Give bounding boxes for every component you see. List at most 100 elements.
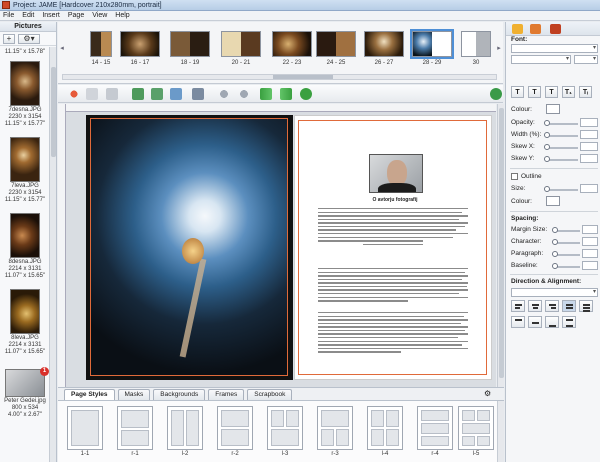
strip-left-arrow[interactable]: ◂	[59, 40, 65, 58]
text-normal-button[interactable]: T	[511, 86, 524, 98]
valign-top-icon[interactable]	[511, 316, 525, 328]
layout-thumb[interactable]	[458, 406, 494, 450]
baseline-knob[interactable]	[552, 263, 558, 269]
text-block-footer[interactable]	[318, 312, 468, 355]
opacity-value[interactable]	[580, 118, 598, 127]
menu-view[interactable]: View	[92, 12, 107, 19]
layout-thumb[interactable]	[267, 406, 303, 450]
list-item[interactable]: 7leva.JPG 2230 x 3154 11.15" x 15.77"	[0, 137, 50, 204]
paragraph-value[interactable]	[582, 249, 598, 258]
width-slider[interactable]	[546, 135, 578, 137]
save-icon[interactable]	[106, 88, 118, 100]
outline-size-value[interactable]	[580, 184, 598, 193]
skew-x-slider[interactable]	[546, 147, 578, 149]
layout-thumb[interactable]	[67, 406, 103, 450]
paragraph-knob[interactable]	[552, 251, 558, 257]
zoom-in-icon[interactable]	[218, 88, 230, 100]
opacity-slider[interactable]	[546, 123, 578, 125]
strip-right-arrow[interactable]: ▸	[496, 40, 502, 58]
delete-icon[interactable]	[68, 88, 80, 100]
align-justify-all-icon[interactable]	[579, 300, 593, 312]
text-tool-icon[interactable]	[530, 24, 541, 34]
add-picture-button[interactable]: +	[3, 33, 15, 44]
text-block-body[interactable]	[318, 268, 468, 304]
author-portrait[interactable]	[369, 154, 423, 193]
color-tool-icon[interactable]	[550, 24, 561, 34]
valign-bottom-icon[interactable]	[545, 316, 559, 328]
shopping-cart-icon[interactable]	[490, 88, 502, 100]
menu-edit[interactable]: Edit	[22, 12, 34, 19]
text-subscript-button[interactable]: T₁	[562, 86, 575, 98]
valign-fill-icon[interactable]	[562, 316, 576, 328]
list-item[interactable]: Peter Gedei.jpg 800 x 534 4.00" x 2.67"	[0, 369, 50, 419]
text-italic-button[interactable]: T	[545, 86, 558, 98]
text-bold-button[interactable]: T	[528, 86, 541, 98]
font-family-select[interactable]	[511, 44, 598, 53]
margin-size-knob[interactable]	[552, 227, 558, 233]
menu-insert[interactable]: Insert	[42, 12, 60, 19]
skew-y-value[interactable]	[580, 154, 598, 163]
width-value[interactable]	[580, 130, 598, 139]
pictures-scrollbar[interactable]	[49, 47, 56, 462]
spread-24-25[interactable]	[316, 31, 356, 57]
spreads-scrollbar[interactable]	[62, 74, 497, 80]
layout-thumb[interactable]	[317, 406, 353, 450]
gear-icon[interactable]: ⚙	[484, 389, 498, 399]
pictures-settings-button[interactable]: ⚙▾	[18, 33, 40, 44]
align-right-icon[interactable]	[545, 300, 559, 312]
outline-size-slider[interactable]	[546, 189, 578, 191]
spread-16-17[interactable]	[120, 31, 160, 57]
tab-page-styles[interactable]: Page Styles	[64, 389, 115, 400]
duplicate-page-icon[interactable]	[151, 88, 163, 100]
spread-18-19[interactable]	[170, 31, 210, 57]
layout-thumb[interactable]	[367, 406, 403, 450]
margin-size-value[interactable]	[582, 225, 598, 234]
layout-thumb[interactable]	[217, 406, 253, 450]
align-left-icon[interactable]	[511, 300, 525, 312]
print-icon[interactable]	[170, 88, 182, 100]
width-knob[interactable]	[544, 132, 550, 138]
pictures-list[interactable]: 11.15" x 15.78" 7desna.JPG 2230 x 3154 1…	[0, 47, 50, 462]
opacity-knob[interactable]	[544, 120, 550, 126]
align-justify-icon[interactable]	[562, 300, 576, 312]
list-item[interactable]: 7desna.JPG 2230 x 3154 11.15" x 15.77"	[0, 61, 50, 128]
zoom-out-icon[interactable]	[238, 88, 250, 100]
list-item[interactable]: 11.15" x 15.78"	[0, 49, 50, 56]
skew-x-value[interactable]	[580, 142, 598, 151]
character-value[interactable]	[582, 237, 598, 246]
font-size-select[interactable]	[574, 55, 598, 64]
spread-20-21[interactable]	[221, 31, 261, 57]
menu-page[interactable]: Page	[68, 12, 84, 19]
spread-30[interactable]	[461, 31, 491, 57]
add-page-icon[interactable]	[132, 88, 144, 100]
tab-masks[interactable]: Masks	[117, 389, 151, 400]
play-preview-icon[interactable]	[300, 88, 312, 100]
document-title[interactable]: O avtorju fotografij	[300, 197, 490, 203]
spread-14-15[interactable]	[90, 31, 112, 57]
next-page-icon[interactable]	[280, 88, 292, 100]
character-knob[interactable]	[552, 239, 558, 245]
skew-y-slider[interactable]	[546, 159, 578, 161]
align-center-icon[interactable]	[528, 300, 542, 312]
text-superscript-button[interactable]: Tᵢ	[579, 86, 592, 98]
font-style-select[interactable]	[511, 55, 571, 64]
direction-select[interactable]	[511, 288, 598, 297]
previous-page-icon[interactable]	[260, 88, 272, 100]
baseline-value[interactable]	[582, 261, 598, 270]
spread-28-29[interactable]	[410, 29, 454, 59]
text-block-intro[interactable]	[318, 208, 468, 247]
canvas-scrollbar[interactable]	[497, 104, 504, 387]
outline-checkbox[interactable]	[511, 173, 518, 180]
layout-thumb[interactable]	[167, 406, 203, 450]
list-item[interactable]: 8desna.JPG 2214 x 3131 11.07" x 15.65"	[0, 213, 50, 280]
list-item[interactable]: 8leva.JPG 2214 x 3131 11.07" x 15.65"	[0, 289, 50, 356]
colour-swatch[interactable]	[546, 104, 560, 114]
spread-22-23[interactable]	[272, 31, 312, 57]
layout-thumb[interactable]	[417, 406, 453, 450]
outline-size-knob[interactable]	[544, 186, 550, 192]
menu-help[interactable]: Help	[115, 12, 129, 19]
menu-file[interactable]: File	[3, 12, 14, 19]
undo-icon[interactable]	[86, 88, 98, 100]
skew-y-knob[interactable]	[544, 156, 550, 162]
star-icon[interactable]	[512, 24, 523, 34]
